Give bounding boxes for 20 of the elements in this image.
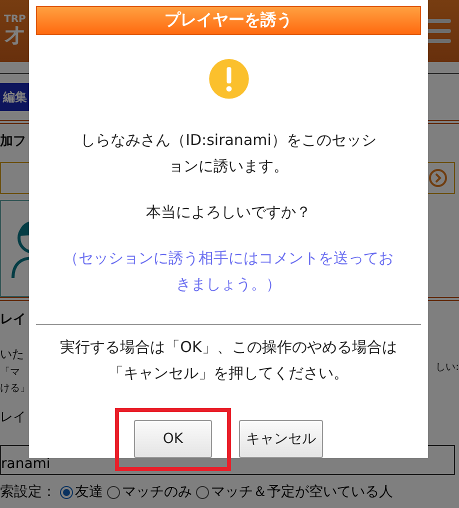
- dialog-title: プレイヤーを誘う: [36, 6, 421, 36]
- section-heading: レイ: [0, 311, 26, 328]
- search-settings-label: 索設定：: [0, 483, 56, 501]
- description-text: いた: [0, 346, 25, 362]
- description-text: 「マ: [0, 366, 21, 378]
- dialog-message: しらなみさん（ID:siranami）をこのセッションに誘います。: [80, 130, 378, 177]
- section-heading: 加フ: [0, 133, 26, 150]
- instruction-text: 実行する場合は「OK」、この操作のやめる場合は「キャンセル」を押してください。: [59, 336, 398, 384]
- radio-option[interactable]: 友達: [60, 483, 103, 501]
- radio-option[interactable]: マッチのみ: [107, 483, 192, 501]
- hint-note: （セッションに誘う相手にはコメントを送っておきましょう。）: [64, 248, 394, 295]
- ok-button[interactable]: OK: [134, 420, 212, 458]
- field-label: レイ: [0, 409, 26, 426]
- description-text: しい:: [436, 361, 459, 374]
- warning-icon: [206, 59, 250, 99]
- confirm-question: 本当によろしいですか？: [145, 202, 312, 223]
- description-text: ける」: [0, 382, 30, 394]
- radio-option[interactable]: マッチ＆予定が空いている人: [196, 483, 393, 501]
- edit-button[interactable]: 編集: [0, 83, 29, 111]
- cancel-button[interactable]: キャンセル: [239, 420, 323, 458]
